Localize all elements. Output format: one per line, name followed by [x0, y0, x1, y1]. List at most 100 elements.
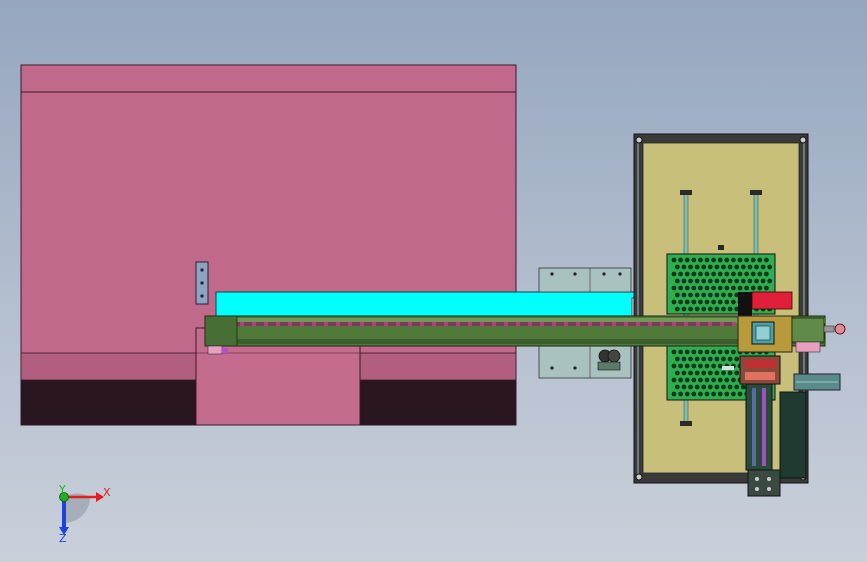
plate-hole [701, 370, 707, 376]
rail-tick [300, 322, 304, 326]
rail-tick [240, 322, 244, 326]
plate-hole [760, 264, 766, 270]
plate-hole [684, 391, 690, 397]
plate-hole [724, 285, 730, 291]
plate-hole [721, 370, 726, 376]
plate-hole [717, 349, 723, 355]
plate-hole [731, 391, 736, 397]
plate-hole [731, 271, 736, 277]
rail-tick [264, 322, 268, 326]
plate-hole [698, 391, 703, 397]
rail-tick [432, 322, 436, 326]
vertical-actuator [745, 383, 773, 471]
plate-hole [717, 285, 723, 291]
plate-hole [681, 306, 687, 312]
rail-tick [456, 322, 460, 326]
plate-hole [744, 257, 749, 263]
plate-hole [674, 278, 680, 284]
plate-hole [764, 285, 769, 291]
rail-tick [720, 322, 724, 326]
plate-hole [678, 377, 683, 383]
rail-tick [552, 322, 556, 326]
rail-tick [360, 322, 364, 326]
rail-tick [696, 322, 700, 326]
plate-hole [688, 278, 693, 284]
plate-hole [731, 299, 736, 305]
plate-hole [757, 271, 763, 277]
plate-hole [678, 363, 683, 369]
plate-hole [704, 349, 710, 355]
plate-hole [727, 306, 733, 312]
rail-tick [576, 322, 580, 326]
plate-hole [711, 257, 716, 263]
plate-hole [731, 349, 736, 355]
plate-hole [681, 370, 687, 376]
plate-hole [711, 377, 716, 383]
plate-hole [691, 285, 697, 291]
plate-hole [684, 285, 690, 291]
cylinder-body [791, 317, 825, 343]
plate-hole [678, 271, 683, 277]
plate-hole [721, 264, 726, 270]
rail-tick [324, 322, 328, 326]
plate-hole [671, 349, 677, 355]
plate-hole [704, 299, 710, 305]
plate-hole [707, 370, 713, 376]
rail-tick [492, 322, 496, 326]
rail-tick [672, 322, 676, 326]
plate-hole [714, 264, 720, 270]
cyan-guard-bar[interactable] [215, 291, 635, 317]
plate-hole [714, 306, 720, 312]
plate-hole [734, 264, 740, 270]
plate-hole [704, 377, 710, 383]
plate-hole [724, 377, 730, 383]
plate-hole [714, 292, 720, 298]
plate-hole [750, 257, 756, 263]
plate-hole [711, 349, 716, 355]
plate-hole [678, 391, 683, 397]
cylinder-knob [834, 323, 846, 335]
plate-hole [681, 292, 687, 298]
plate-hole [714, 370, 720, 376]
plate-hole [691, 257, 697, 263]
plate-hole [764, 257, 769, 263]
gear-motor[interactable] [597, 349, 621, 371]
rail-tick [708, 322, 712, 326]
plate-hole [684, 271, 690, 277]
rail-tick [444, 322, 448, 326]
plate-hole [707, 264, 713, 270]
rail-tick [468, 322, 472, 326]
plate-hole [671, 299, 677, 305]
plate-hole [688, 306, 693, 312]
plate-hole [757, 285, 763, 291]
plate-hole [727, 356, 733, 362]
plate-hole [724, 391, 730, 397]
plate-hole [727, 384, 733, 390]
plate-hole [681, 384, 687, 390]
side-plate-upper[interactable] [538, 267, 632, 293]
plate-hole [688, 356, 693, 362]
plate-hole [731, 257, 736, 263]
rail-tick [528, 322, 532, 326]
rail-tick [588, 322, 592, 326]
plate-hole [750, 271, 756, 277]
rail-tick [252, 322, 256, 326]
plate-hole [717, 377, 723, 383]
mount-bracket[interactable] [195, 261, 209, 305]
plate-hole [704, 285, 710, 291]
rail-tick [384, 322, 388, 326]
rail-tick [612, 322, 616, 326]
rail-tick [348, 322, 352, 326]
plate-hole [694, 306, 700, 312]
cabinet-assembly[interactable] [20, 64, 517, 426]
plate-hole [711, 285, 716, 291]
plate-hole [721, 306, 726, 312]
cad-viewport[interactable]: X Y Z [0, 0, 867, 562]
cad-model-view[interactable]: X Y Z [0, 0, 867, 562]
rail-tick [648, 322, 652, 326]
plate-hole [671, 271, 677, 277]
plate-hole [714, 384, 720, 390]
rail-tick [624, 322, 628, 326]
plate-hole [674, 384, 680, 390]
plate-hole [727, 278, 733, 284]
